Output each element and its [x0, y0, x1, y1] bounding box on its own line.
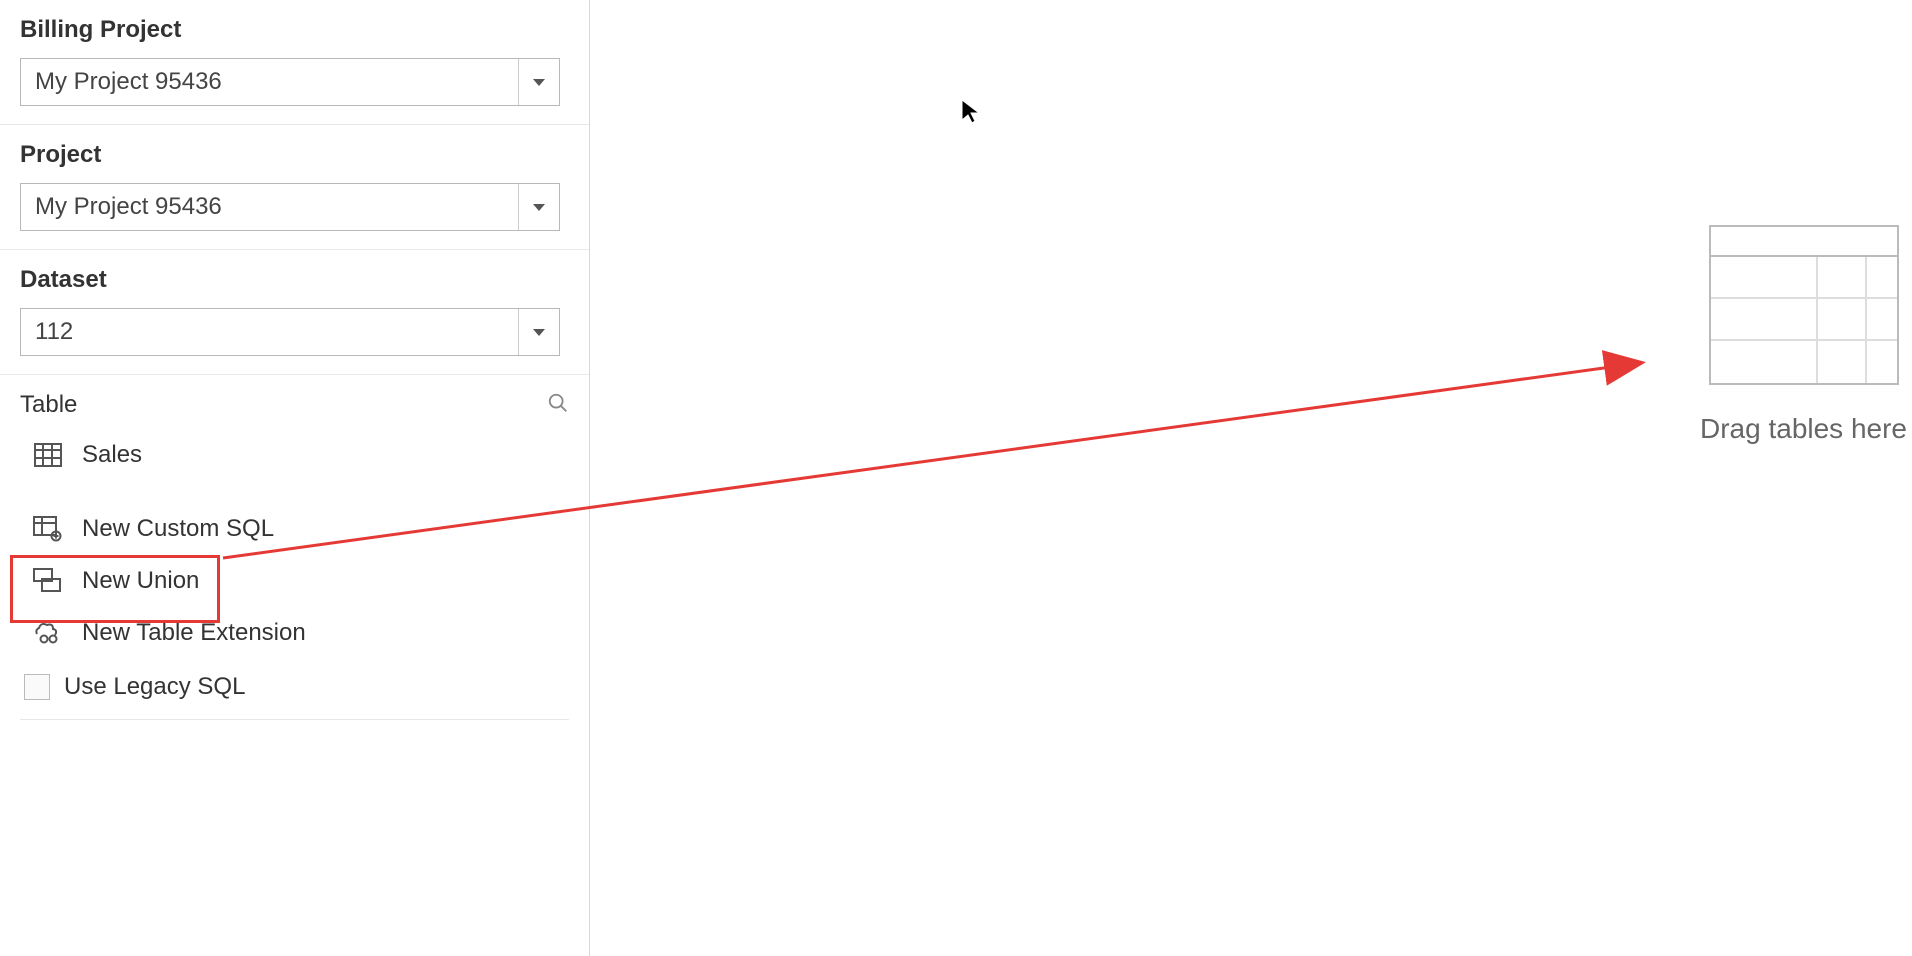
new-table-extension-item[interactable]: New Table Extension — [20, 607, 569, 659]
custom-sql-icon — [32, 515, 64, 543]
table-section: Table Sales — [0, 375, 589, 720]
canvas-drop-area[interactable]: Drag tables here — [590, 0, 1912, 956]
table-section-label: Table — [20, 391, 77, 419]
new-custom-sql-label: New Custom SQL — [82, 515, 274, 543]
billing-project-label: Billing Project — [20, 16, 569, 44]
table-item-label: Sales — [82, 441, 142, 469]
drop-hint-label: Drag tables here — [1700, 413, 1907, 445]
chevron-down-icon — [518, 59, 545, 105]
dataset-dropdown[interactable]: 112 — [20, 308, 560, 356]
new-table-extension-label: New Table Extension — [82, 619, 306, 647]
dataset-label: Dataset — [20, 266, 569, 294]
project-value: My Project 95436 — [35, 193, 222, 221]
table-extension-icon — [32, 619, 64, 647]
billing-project-value: My Project 95436 — [35, 68, 222, 96]
table-glyph-icon — [1709, 225, 1899, 385]
drop-target: Drag tables here — [1700, 225, 1907, 445]
project-dropdown[interactable]: My Project 95436 — [20, 183, 560, 231]
new-union-label: New Union — [82, 567, 199, 595]
billing-project-section: Billing Project My Project 95436 — [0, 0, 589, 125]
dataset-section: Dataset 112 — [0, 250, 589, 375]
table-icon — [32, 441, 64, 469]
cursor-icon — [960, 98, 982, 131]
chevron-down-icon — [518, 309, 545, 355]
use-legacy-sql-item[interactable]: Use Legacy SQL — [20, 659, 569, 720]
union-icon — [32, 567, 64, 595]
search-icon[interactable] — [547, 392, 569, 419]
use-legacy-sql-label: Use Legacy SQL — [64, 673, 245, 701]
chevron-down-icon — [518, 184, 545, 230]
project-section: Project My Project 95436 — [0, 125, 589, 250]
new-union-item[interactable]: New Union — [20, 555, 569, 607]
project-label: Project — [20, 141, 569, 169]
table-item-sales[interactable]: Sales — [20, 429, 569, 481]
dataset-value: 112 — [35, 318, 73, 346]
new-custom-sql-item[interactable]: New Custom SQL — [20, 503, 569, 555]
data-source-sidebar: Billing Project My Project 95436 Project… — [0, 0, 590, 956]
checkbox-icon[interactable] — [24, 674, 50, 700]
billing-project-dropdown[interactable]: My Project 95436 — [20, 58, 560, 106]
